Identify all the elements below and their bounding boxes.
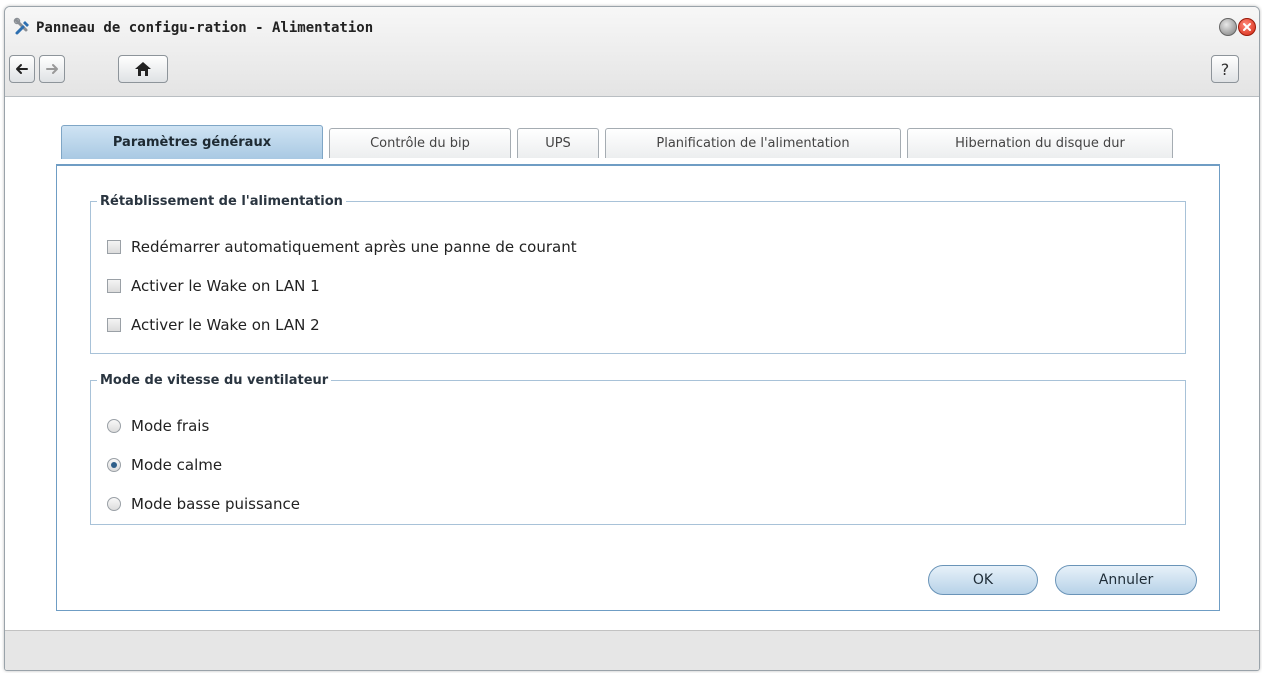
low-power-mode-radio[interactable] — [107, 497, 121, 511]
power-recovery-group: Rétablissement de l'alimentation Redémar… — [90, 194, 1186, 354]
wol1-checkbox[interactable] — [107, 279, 121, 293]
cool-mode-radio[interactable] — [107, 419, 121, 433]
tab-general-settings[interactable]: Paramètres généraux — [61, 125, 323, 159]
tab-hdd-hibernation[interactable]: Hibernation du disque dur — [907, 128, 1173, 158]
quiet-mode-radio[interactable] — [107, 458, 121, 472]
low-power-mode-label: Mode basse puissance — [131, 495, 300, 513]
quiet-mode-option[interactable]: Mode calme — [107, 454, 222, 476]
cancel-button[interactable]: Annuler — [1055, 565, 1197, 595]
arrow-right-icon — [46, 64, 58, 74]
fan-mode-legend: Mode de vitesse du ventilateur — [100, 373, 329, 388]
ok-button[interactable]: OK — [928, 565, 1038, 595]
auto-restart-checkbox[interactable] — [107, 240, 121, 254]
cool-mode-label: Mode frais — [131, 417, 210, 435]
control-panel-window: Panneau de configu-ration - Alimentation… — [4, 6, 1260, 671]
home-icon — [135, 62, 151, 76]
fan-mode-group: Mode de vitesse du ventilateur Mode frai… — [90, 373, 1186, 525]
wol2-label: Activer le Wake on LAN 2 — [131, 316, 320, 334]
low-power-mode-option[interactable]: Mode basse puissance — [107, 493, 300, 515]
status-bar — [5, 630, 1259, 670]
close-icon — [1243, 23, 1251, 31]
wol2-option[interactable]: Activer le Wake on LAN 2 — [107, 314, 320, 336]
general-settings-panel: Rétablissement de l'alimentation Redémar… — [56, 164, 1220, 611]
power-recovery-legend: Rétablissement de l'alimentation — [100, 194, 343, 209]
back-button[interactable] — [9, 55, 35, 83]
auto-restart-label: Redémarrer automatiquement après une pan… — [131, 238, 577, 256]
tab-power-schedule[interactable]: Planification de l'alimentation — [605, 128, 901, 158]
home-button[interactable] — [118, 55, 168, 83]
title-bar: Panneau de configu-ration - Alimentation… — [5, 7, 1259, 97]
auto-restart-option[interactable]: Redémarrer automatiquement après une pan… — [107, 236, 577, 258]
cool-mode-option[interactable]: Mode frais — [107, 415, 209, 437]
forward-button[interactable] — [39, 55, 65, 83]
tab-ups[interactable]: UPS — [517, 128, 599, 158]
minimize-button[interactable] — [1219, 18, 1237, 36]
close-button[interactable] — [1238, 18, 1256, 36]
wol1-option[interactable]: Activer le Wake on LAN 1 — [107, 275, 320, 297]
wol1-label: Activer le Wake on LAN 1 — [131, 277, 320, 295]
content-area: Paramètres généraux Contrôle du bip UPS … — [5, 98, 1259, 638]
tab-beep-control[interactable]: Contrôle du bip — [329, 128, 511, 158]
window-title: Panneau de configu-ration - Alimentation — [36, 20, 374, 36]
tools-icon — [13, 17, 33, 37]
arrow-left-icon — [16, 64, 28, 74]
help-button[interactable]: ? — [1211, 55, 1239, 83]
wol2-checkbox[interactable] — [107, 318, 121, 332]
quiet-mode-label: Mode calme — [131, 456, 223, 474]
